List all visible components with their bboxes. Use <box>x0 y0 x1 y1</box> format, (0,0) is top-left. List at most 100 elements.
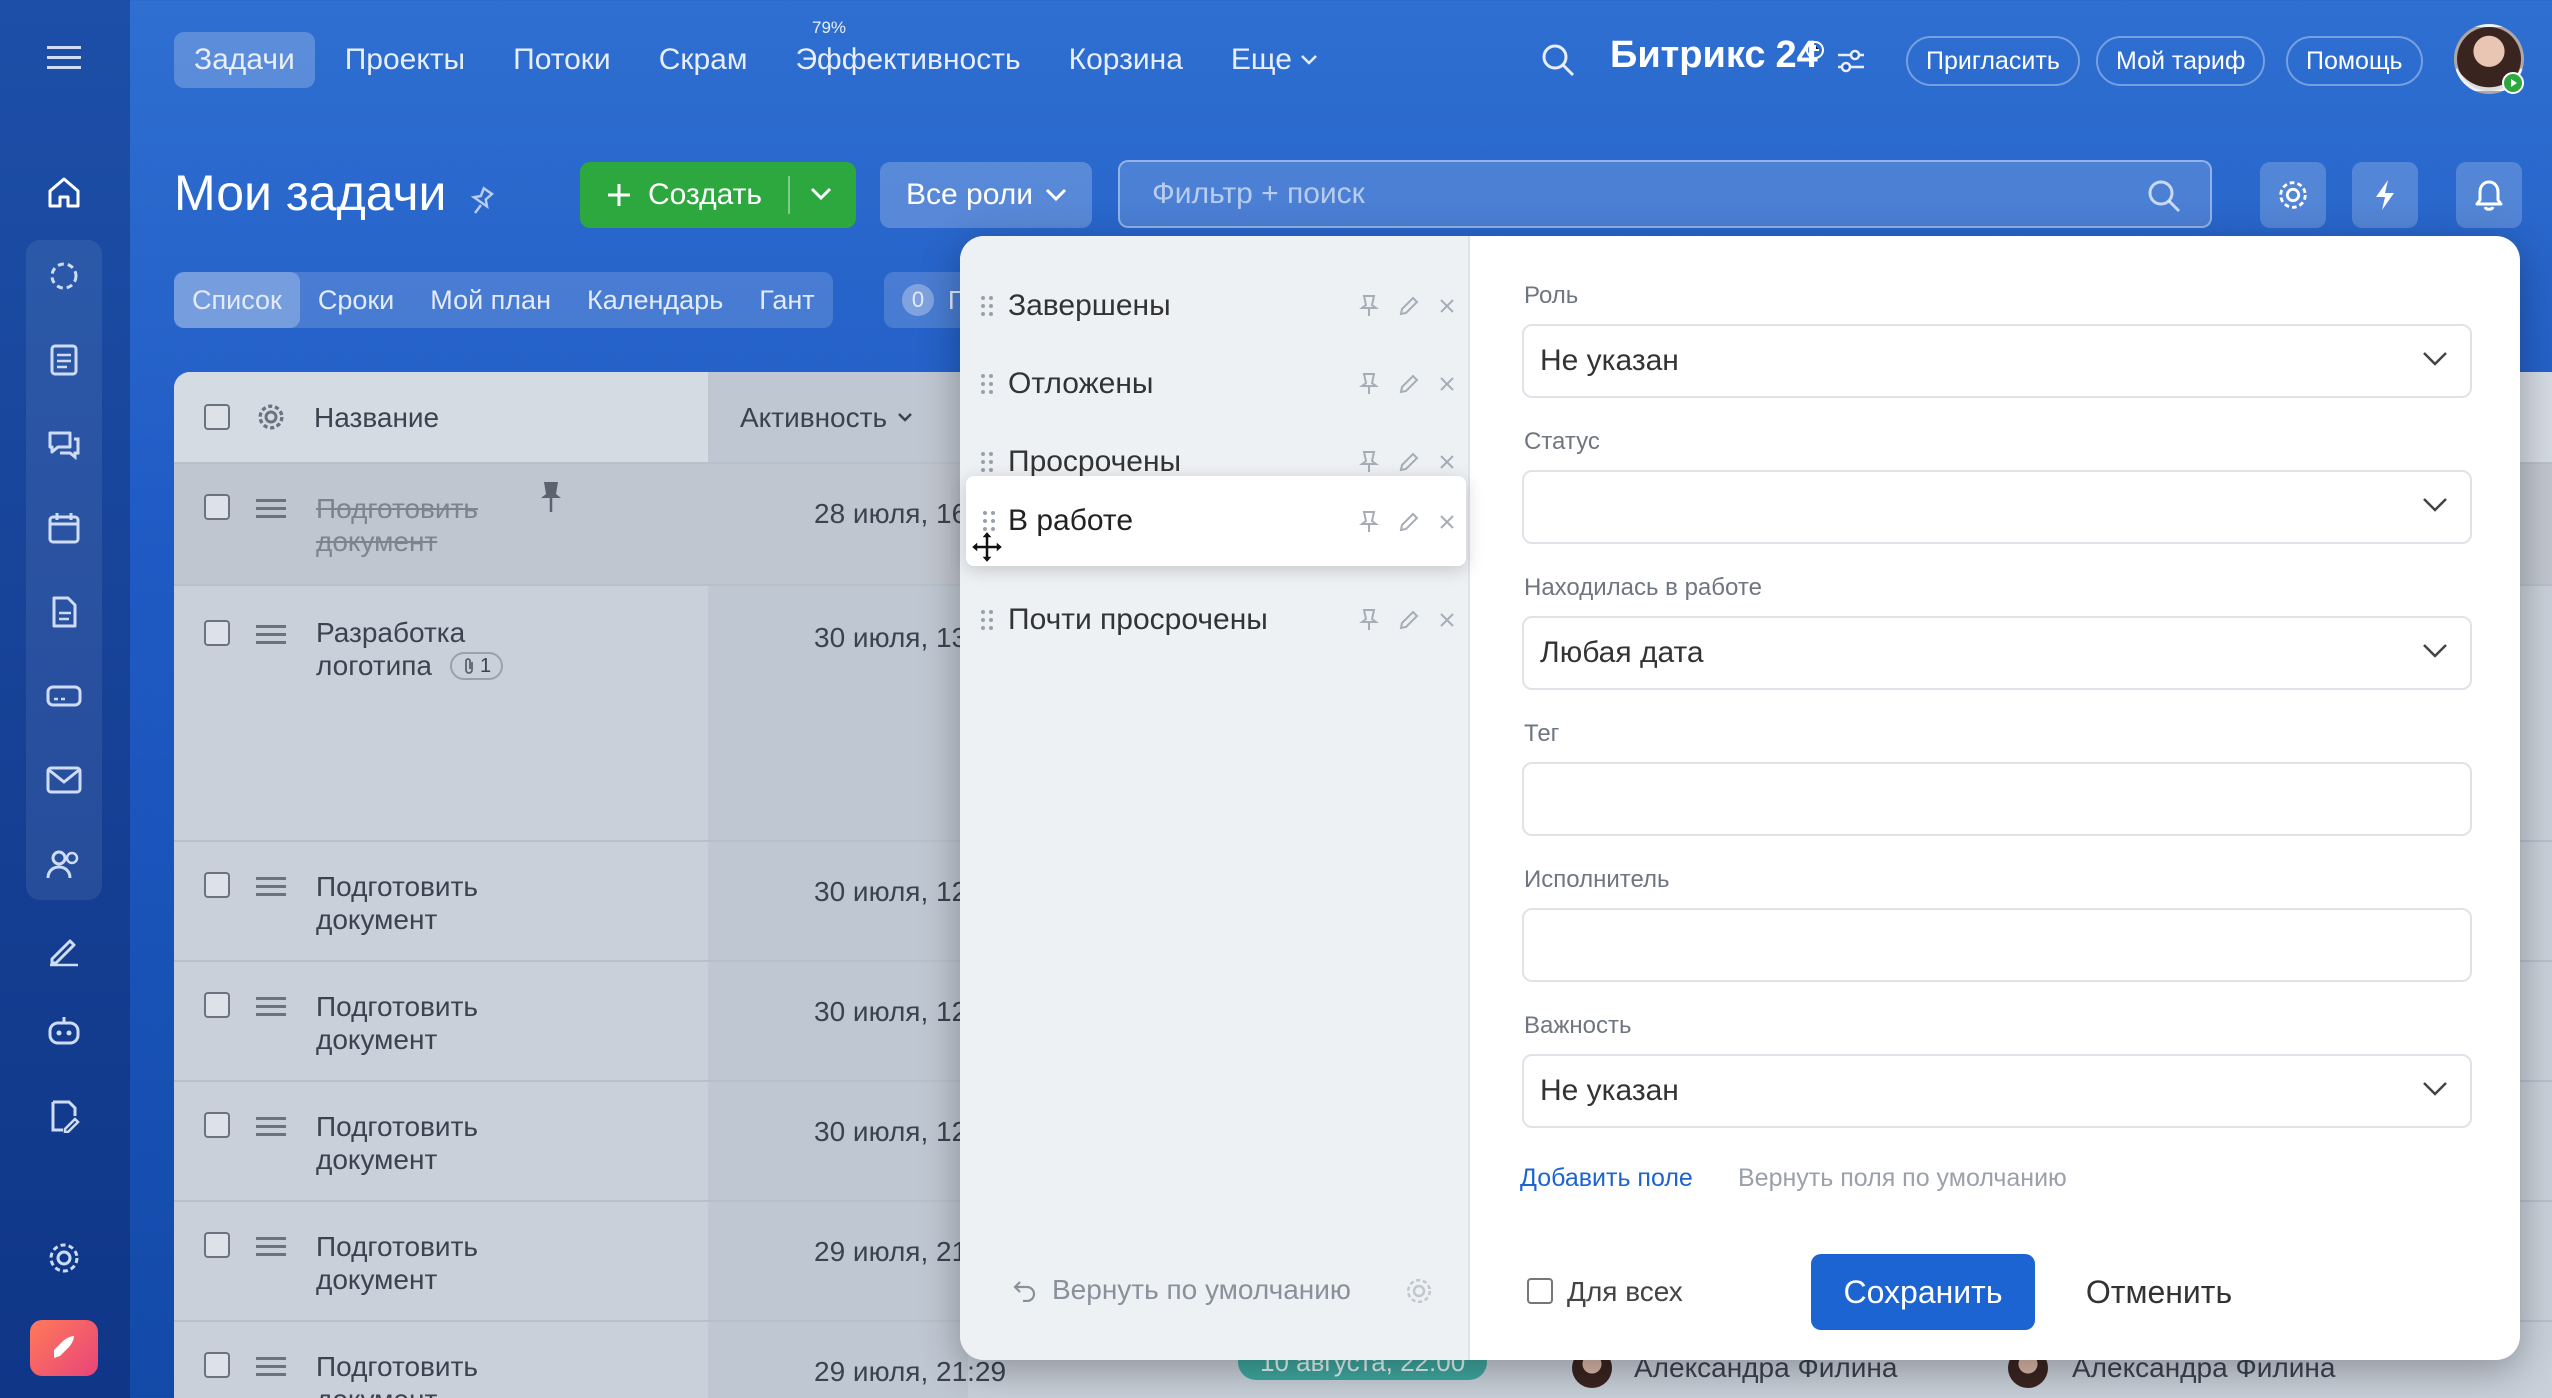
drive-icon[interactable] <box>44 676 84 716</box>
sign-icon[interactable] <box>44 930 84 970</box>
preset-item[interactable]: Отложены <box>960 354 1470 414</box>
row-checkbox[interactable] <box>204 872 230 898</box>
nav-flows[interactable]: Потоки <box>513 43 611 77</box>
activity-date: 29 июля, 21 <box>814 1236 968 1267</box>
feed-icon[interactable] <box>44 256 84 296</box>
hamburger-menu-icon[interactable] <box>44 38 84 78</box>
drag-handle-icon <box>981 374 993 394</box>
row-checkbox[interactable] <box>204 992 230 1018</box>
inwork-select[interactable]: Любая дата <box>1522 616 2472 690</box>
task-name[interactable]: Подготовить документ <box>316 870 516 936</box>
row-menu-icon[interactable] <box>256 992 286 1021</box>
filter-search-input[interactable]: Фильтр + поиск <box>1118 160 2212 228</box>
nav-scrum[interactable]: Скрам <box>659 43 748 77</box>
tab-list[interactable]: Список <box>174 272 300 328</box>
employees-icon[interactable] <box>44 844 84 884</box>
restore-fields-link[interactable]: Вернуть поля по умолчанию <box>1738 1164 2067 1193</box>
status-select[interactable] <box>1522 470 2472 544</box>
nav-tasks[interactable]: Задачи <box>174 32 315 88</box>
add-field-link[interactable]: Добавить поле <box>1520 1164 1693 1193</box>
gear-icon[interactable] <box>2260 162 2326 228</box>
pencil-icon <box>1399 452 1419 472</box>
create-button[interactable]: Создать <box>580 162 856 228</box>
preset-name[interactable]: Просрочены <box>1008 445 1181 479</box>
nav-projects[interactable]: Проекты <box>345 43 465 77</box>
gear-icon[interactable] <box>1404 1276 1434 1306</box>
task-name[interactable]: Подготовить документ <box>316 1350 516 1398</box>
column-name[interactable]: Название <box>314 402 439 434</box>
bell-icon[interactable] <box>2456 162 2522 228</box>
rail-group <box>26 240 102 900</box>
row-menu-icon[interactable] <box>256 1232 286 1261</box>
settings-icon[interactable] <box>44 1238 84 1278</box>
activity-date: 30 июля, 12 <box>814 876 968 907</box>
reset-presets-button[interactable]: Вернуть по умолчанию <box>1012 1274 1351 1306</box>
tab-deadlines[interactable]: Сроки <box>300 272 412 328</box>
row-checkbox[interactable] <box>204 1112 230 1138</box>
task-name[interactable]: Подготовить документ <box>316 1110 516 1176</box>
mail-icon[interactable] <box>44 760 84 800</box>
nav-trash[interactable]: Корзина <box>1069 43 1183 77</box>
my-tariff-button[interactable]: Мой тариф <box>2096 36 2266 86</box>
row-checkbox[interactable] <box>204 620 230 646</box>
divider <box>788 176 790 214</box>
reset-label: Вернуть по умолчанию <box>1052 1274 1351 1305</box>
importance-select[interactable]: Не указан <box>1522 1054 2472 1128</box>
tab-my-plan[interactable]: Мой план <box>412 272 569 328</box>
task-name[interactable]: Подготовить документ <box>316 492 516 558</box>
tab-calendar[interactable]: Календарь <box>569 272 741 328</box>
pencil-icon <box>1399 296 1419 316</box>
row-menu-icon[interactable] <box>256 1352 286 1381</box>
search-icon[interactable] <box>1540 42 1576 78</box>
role-select[interactable]: Не указан <box>1522 324 2472 398</box>
brand-logo[interactable]: Битрикс 24 <box>1610 34 1818 77</box>
top-navigation: Задачи Проекты Потоки Скрам Эффективност… <box>174 32 1318 88</box>
home-icon[interactable] <box>44 172 84 212</box>
row-checkbox[interactable] <box>204 1352 230 1378</box>
task-name[interactable]: Подготовить документ <box>316 1230 516 1296</box>
cancel-button[interactable]: Отменить <box>2082 1254 2236 1330</box>
save-button[interactable]: Сохранить <box>1811 1254 2035 1330</box>
attachment-badge[interactable]: 1 <box>450 652 504 680</box>
document-icon[interactable] <box>44 592 84 632</box>
preset-item[interactable]: Завершены <box>960 276 1470 336</box>
nav-more[interactable]: Еще <box>1231 43 1292 77</box>
task-name[interactable]: Подготовить документ <box>316 990 516 1056</box>
pin-icon[interactable] <box>540 480 562 514</box>
lightning-icon[interactable] <box>2352 162 2418 228</box>
search-icon[interactable] <box>2146 178 2182 214</box>
preset-item-dragging[interactable]: В работе <box>966 476 1466 566</box>
nav-efficiency[interactable]: Эффективность <box>795 43 1020 77</box>
gear-icon[interactable] <box>256 402 286 432</box>
invite-button[interactable]: Пригласить <box>1906 36 2080 86</box>
column-activity[interactable]: Активность <box>740 402 913 434</box>
row-checkbox[interactable] <box>204 494 230 520</box>
pin-icon <box>1359 451 1379 472</box>
preset-name[interactable]: Почти просрочены <box>1008 603 1268 637</box>
help-button[interactable]: Помощь <box>2286 36 2423 86</box>
tasks-icon[interactable] <box>44 340 84 380</box>
preset-name[interactable]: Отложены <box>1008 367 1154 401</box>
pin-icon[interactable] <box>466 186 496 216</box>
copilot-icon[interactable] <box>44 1012 84 1052</box>
row-menu-icon[interactable] <box>256 872 286 901</box>
chevron-down-icon[interactable] <box>810 186 832 202</box>
rocket-icon[interactable] <box>30 1320 98 1376</box>
select-all-checkbox[interactable] <box>204 404 230 430</box>
edit-document-icon[interactable] <box>44 1096 84 1136</box>
row-menu-icon[interactable] <box>256 620 286 649</box>
preset-item[interactable]: Почти просрочены <box>960 590 1470 650</box>
tag-input[interactable] <box>1522 762 2472 836</box>
sliders-icon[interactable] <box>1836 48 1866 74</box>
preset-name[interactable]: В работе <box>1008 504 1133 538</box>
executor-input[interactable] <box>1522 908 2472 982</box>
row-menu-icon[interactable] <box>256 1112 286 1141</box>
for-all-checkbox[interactable] <box>1527 1278 1553 1304</box>
calendar-icon[interactable] <box>44 508 84 548</box>
preset-name[interactable]: Завершены <box>1008 289 1171 323</box>
tab-gantt[interactable]: Гант <box>741 272 832 328</box>
chat-icon[interactable] <box>44 424 84 464</box>
row-menu-icon[interactable] <box>256 494 286 523</box>
row-checkbox[interactable] <box>204 1232 230 1258</box>
roles-dropdown[interactable]: Все роли <box>880 162 1092 228</box>
